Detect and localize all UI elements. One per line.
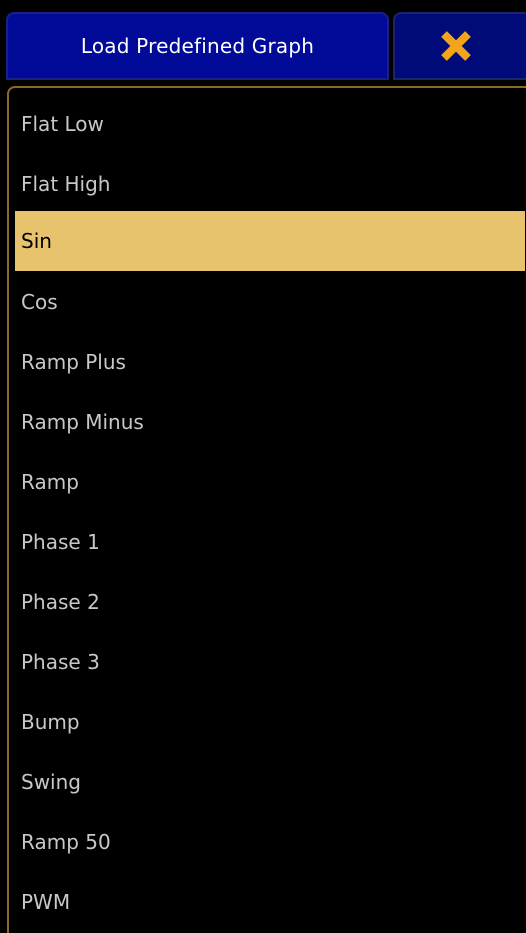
list-item[interactable]: Bump (15, 692, 525, 752)
list-item[interactable]: Flat High (15, 154, 525, 214)
list-item[interactable]: PWM (15, 872, 525, 932)
dialog-title: Load Predefined Graph (6, 12, 389, 80)
list-item[interactable]: Cos (15, 272, 525, 332)
list-item[interactable]: Ramp Plus (15, 332, 525, 392)
close-icon (439, 29, 473, 63)
list-item[interactable]: Ramp Minus (15, 392, 525, 452)
graph-list[interactable]: Flat Low Flat High Sin Cos Ramp Plus Ram… (7, 86, 526, 933)
close-button[interactable] (393, 12, 526, 80)
load-predefined-graph-dialog: Load Predefined Graph Flat Low Flat High… (0, 0, 526, 933)
list-item[interactable]: Swing (15, 752, 525, 812)
list-item[interactable]: Flat Low (15, 94, 525, 154)
list-item[interactable]: Phase 3 (15, 632, 525, 692)
list-item-selected[interactable]: Sin (15, 211, 525, 271)
list-item[interactable]: Phase 2 (15, 572, 525, 632)
list-item[interactable]: Ramp 50 (15, 812, 525, 872)
list-item[interactable]: Phase 1 (15, 512, 525, 572)
list-item[interactable]: Ramp (15, 452, 525, 512)
